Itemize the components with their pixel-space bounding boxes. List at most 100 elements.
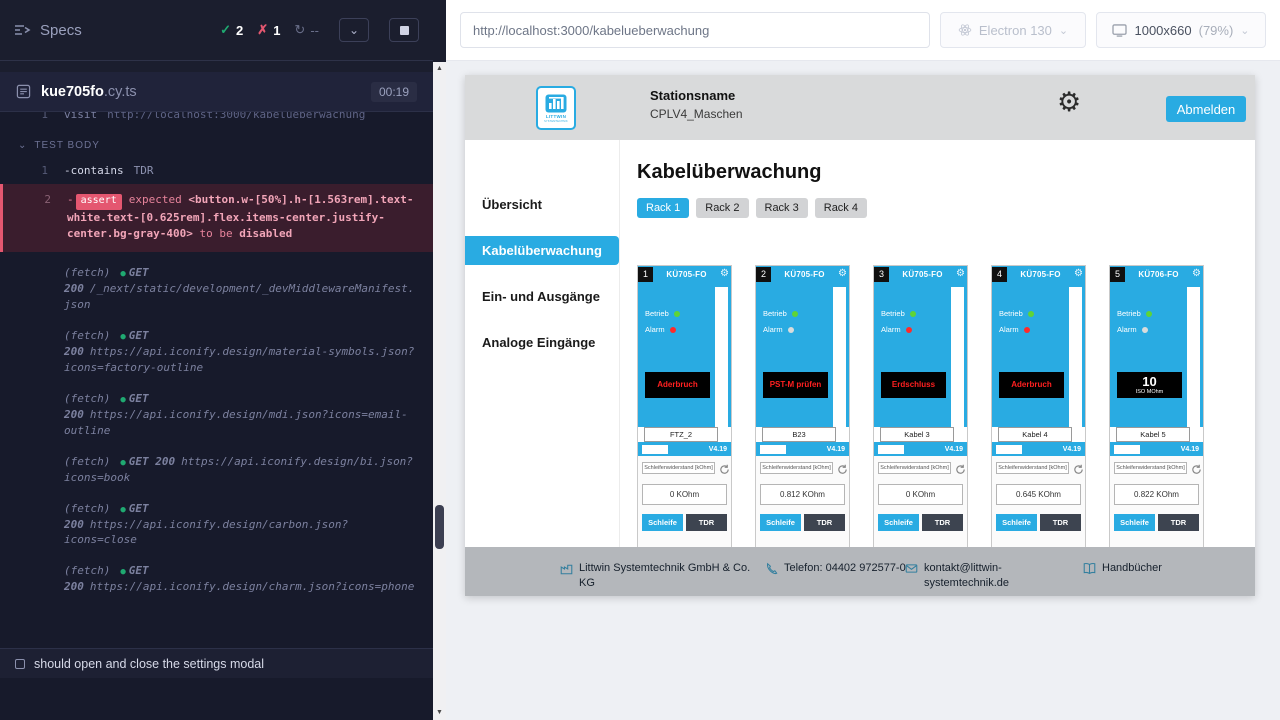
card-gear-icon[interactable]: ⚙	[1192, 269, 1201, 279]
sidebar-item-analoge-eingaenge[interactable]: Analoge Eingänge	[465, 328, 619, 357]
tdr-button[interactable]: TDR	[1158, 514, 1199, 531]
cable-name: Kabel 5	[1116, 427, 1190, 442]
app-main: Kabelüberwachung Rack 1 Rack 2 Rack 3 Ra…	[620, 140, 1255, 547]
settings-gear-icon[interactable]: ⚙	[1057, 89, 1081, 116]
refresh-icon[interactable]	[955, 464, 966, 475]
resistance-label: Schleifenwiderstand [kOhm]	[996, 462, 1069, 474]
scroll-down-arrow[interactable]: ▼	[433, 706, 446, 720]
footer-phone: Telefon: 04402 972577-0	[765, 561, 906, 576]
device-card: 2 KÜ705-FO ⚙ Betrieb Alarm PST-M prüfen	[755, 265, 850, 547]
logout-button[interactable]: Abmelden	[1166, 96, 1246, 122]
betrieb-label: Betrieb	[645, 309, 669, 318]
test-body-section-header[interactable]: ⌄ TEST BODY	[0, 125, 433, 162]
next-test-row[interactable]: should open and close the settings modal	[0, 648, 433, 678]
status-dot-icon: ●	[120, 332, 125, 342]
fetch-log-row[interactable]: (fetch)●GET 200https://api.iconify.desig…	[0, 326, 433, 378]
tab-rack-2[interactable]: Rack 2	[696, 198, 748, 218]
aut-stage: LITTWIN SYSTEMTECHNIK Stationsname CPLV4…	[446, 61, 1280, 720]
assert-state: disabled	[239, 227, 292, 240]
fetch-log-row[interactable]: (fetch)●GET 200/_next/static/development…	[0, 263, 433, 315]
refresh-icon[interactable]	[1191, 464, 1202, 475]
sidebar-item-kabelueberwachung[interactable]: Kabelüberwachung	[465, 236, 619, 265]
specs-menu-icon[interactable]	[14, 23, 31, 37]
card-gear-icon[interactable]: ⚙	[1074, 269, 1083, 279]
fetch-log-row[interactable]: (fetch)●GET 200https://api.iconify.desig…	[0, 452, 433, 488]
cypress-reporter-panel: Specs ✓2 ✗1 ↻-- ⌄ kue705fo.cy.ts 00:19 1…	[0, 0, 433, 720]
cable-name: Kabel 3	[880, 427, 954, 442]
card-gear-icon[interactable]: ⚙	[956, 269, 965, 279]
tdr-button[interactable]: TDR	[686, 514, 727, 531]
schleife-button[interactable]: Schleife	[878, 514, 919, 531]
fetch-log-row[interactable]: (fetch)●GET 200https://api.iconify.desig…	[0, 389, 433, 441]
fetch-log-row[interactable]: (fetch)●GET 200https://api.iconify.desig…	[0, 499, 433, 551]
alarm-led	[788, 327, 794, 333]
card-number: 3	[874, 267, 889, 282]
schleife-button[interactable]: Schleife	[1114, 514, 1155, 531]
url-input[interactable]	[460, 12, 930, 48]
spec-title-bar[interactable]: kue705fo.cy.ts 00:19	[0, 72, 433, 112]
command-arg: TDR	[134, 164, 154, 177]
panel-scrollbar[interactable]: ▲ ▼	[433, 0, 446, 720]
viewport-select[interactable]: 1000x660 (79%) ⌄	[1096, 12, 1266, 48]
version-label: V4.19	[827, 446, 845, 453]
failed-assert-row[interactable]: 2 -assertexpected <button.w-[50%].h-[1.5…	[0, 184, 433, 251]
page-title: Kabelüberwachung	[637, 161, 1255, 184]
command-name: -contains	[64, 164, 124, 177]
version-label: V4.19	[945, 446, 963, 453]
status-display: Aderbruch	[999, 372, 1064, 398]
alarm-label: Alarm	[763, 325, 783, 334]
betrieb-label: Betrieb	[881, 309, 905, 318]
alarm-label: Alarm	[881, 325, 901, 334]
fetch-log-row[interactable]: (fetch)●GET 200https://api.iconify.desig…	[0, 561, 433, 597]
status-text: Aderbruch	[657, 381, 697, 390]
alarm-label: Alarm	[1117, 325, 1137, 334]
scroll-up-arrow[interactable]: ▲	[433, 62, 446, 76]
schleife-button[interactable]: Schleife	[760, 514, 801, 531]
footer-email: kontakt@littwin-systemtechnik.de	[905, 561, 1016, 591]
tdr-button[interactable]: TDR	[1040, 514, 1081, 531]
alarm-led	[906, 327, 912, 333]
logo-subtext: SYSTEMTECHNIK	[544, 120, 568, 123]
sidebar-item-ein-und-ausgaenge[interactable]: Ein- und Ausgänge	[465, 282, 619, 311]
status-text: Aderbruch	[1011, 381, 1051, 390]
refresh-icon[interactable]	[837, 464, 848, 475]
spec-extension: .cy.ts	[104, 84, 137, 100]
card-white-strip	[951, 287, 964, 427]
tab-rack-1[interactable]: Rack 1	[637, 198, 689, 218]
test-icon	[15, 659, 25, 669]
refresh-icon[interactable]	[719, 464, 730, 475]
next-test-title: should open and close the settings modal	[34, 657, 264, 671]
sidebar-item-uebersicht[interactable]: Übersicht	[465, 190, 619, 219]
tab-rack-3[interactable]: Rack 3	[756, 198, 808, 218]
station-name: CPLV4_Maschen	[650, 107, 743, 121]
app-sidebar: Übersicht Kabelüberwachung Ein- und Ausg…	[465, 140, 620, 547]
footer-company: Littwin Systemtechnik GmbH & Co. KG	[560, 561, 754, 591]
scrollbar-thumb[interactable]	[435, 505, 444, 549]
contains-command-row[interactable]: 1 -containsTDR	[0, 161, 433, 181]
collapse-button[interactable]: ⌄	[339, 18, 369, 42]
footer-manuals[interactable]: Handbücher	[1083, 561, 1162, 576]
schleife-button[interactable]: Schleife	[642, 514, 683, 531]
scrollbar-track[interactable]	[433, 62, 446, 720]
card-gear-icon[interactable]: ⚙	[838, 269, 847, 279]
phone-icon	[765, 562, 778, 575]
assert-badge: assert	[76, 194, 122, 210]
device-card: 3 KÜ705-FO ⚙ Betrieb Alarm Erdschluss	[873, 265, 968, 547]
tab-rack-4[interactable]: Rack 4	[815, 198, 867, 218]
browser-select[interactable]: Electron 130 ⌄	[940, 12, 1086, 48]
card-number: 4	[992, 267, 1007, 282]
status-text: PST-M prüfen	[770, 381, 822, 390]
card-gear-icon[interactable]: ⚙	[720, 269, 729, 279]
version-box	[760, 445, 786, 454]
refresh-icon[interactable]	[1073, 464, 1084, 475]
tdr-button[interactable]: TDR	[804, 514, 845, 531]
rack-tabs: Rack 1 Rack 2 Rack 3 Rack 4	[637, 198, 1255, 218]
schleife-button[interactable]: Schleife	[996, 514, 1037, 531]
failed-count: ✗1	[257, 22, 280, 38]
fetch-tag: (fetch)	[64, 455, 110, 468]
stop-button[interactable]	[389, 18, 419, 42]
line-number: 2	[3, 192, 67, 241]
resistance-value: 0 KOhm	[642, 484, 727, 505]
visit-command-row[interactable]: 1 visithttp://localhost:3000/kabelueberw…	[0, 112, 433, 125]
tdr-button[interactable]: TDR	[922, 514, 963, 531]
